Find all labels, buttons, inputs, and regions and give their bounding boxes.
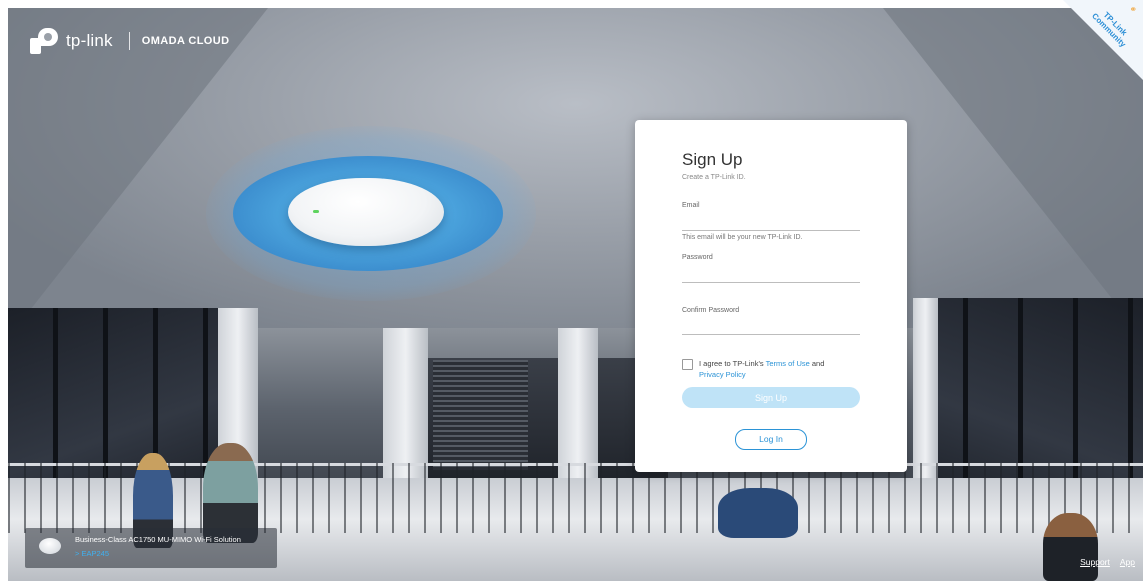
app-link[interactable]: App xyxy=(1120,557,1135,567)
brand-name: tp-link xyxy=(66,31,113,50)
email-field[interactable] xyxy=(682,216,860,231)
password-field[interactable] xyxy=(682,268,860,283)
person-woman-right xyxy=(1043,513,1098,581)
terms-of-use-link[interactable]: Terms of Use xyxy=(766,359,810,368)
blue-armchair xyxy=(718,488,798,538)
agree-and: and xyxy=(809,359,825,368)
signup-subtitle: Create a TP-Link ID. xyxy=(682,174,746,181)
signup-title: Sign Up xyxy=(682,150,743,169)
product-banner-title: Business-Class AC1750 MU-MIMO Wi-Fi Solu… xyxy=(75,535,241,544)
terms-agreement: I agree to TP-Link's Terms of Use and Pr… xyxy=(682,358,859,380)
product-banner[interactable]: Business-Class AC1750 MU-MIMO Wi-Fi Solu… xyxy=(25,528,277,568)
agree-checkbox[interactable] xyxy=(682,359,693,370)
link-icon: ⚭ xyxy=(1129,4,1137,14)
email-label: Email xyxy=(682,202,700,209)
access-point-device xyxy=(288,178,444,246)
signup-card: Sign Up Create a TP-Link ID. Email This … xyxy=(635,120,907,472)
logo-divider xyxy=(128,32,130,50)
support-link[interactable]: Support xyxy=(1080,557,1110,567)
pillar-center-left xyxy=(383,328,428,478)
tp-link-logo[interactable]: tp-link OMADA CLOUD xyxy=(30,28,229,54)
agree-text: I agree to TP-Link's Terms of Use and Pr… xyxy=(699,358,859,380)
agree-prefix: I agree to TP-Link's xyxy=(699,359,766,368)
far-wall-blinds xyxy=(433,360,528,470)
confirm-password-field[interactable] xyxy=(682,320,860,335)
login-button[interactable]: Log In xyxy=(735,429,807,450)
pillar-center-right xyxy=(558,328,598,478)
community-badge[interactable]: ⚭ TP-Link Community xyxy=(1063,0,1143,80)
footer-links: Support App xyxy=(1080,557,1135,567)
access-point-led xyxy=(313,210,319,213)
privacy-policy-link[interactable]: Privacy Policy xyxy=(699,370,746,379)
background-scene xyxy=(8,8,1143,581)
signup-button[interactable]: Sign Up xyxy=(682,387,860,408)
access-point-thumb-icon xyxy=(39,538,61,554)
email-hint: This email will be your new TP-Link ID. xyxy=(682,234,803,241)
tp-link-logo-icon xyxy=(30,28,60,54)
product-banner-link[interactable]: > EAP245 xyxy=(75,549,109,558)
pillar-right xyxy=(913,298,938,478)
product-name: OMADA CLOUD xyxy=(141,35,230,47)
railing-posts xyxy=(8,463,1143,533)
confirm-password-label: Confirm Password xyxy=(682,307,740,314)
password-label: Password xyxy=(682,254,713,261)
